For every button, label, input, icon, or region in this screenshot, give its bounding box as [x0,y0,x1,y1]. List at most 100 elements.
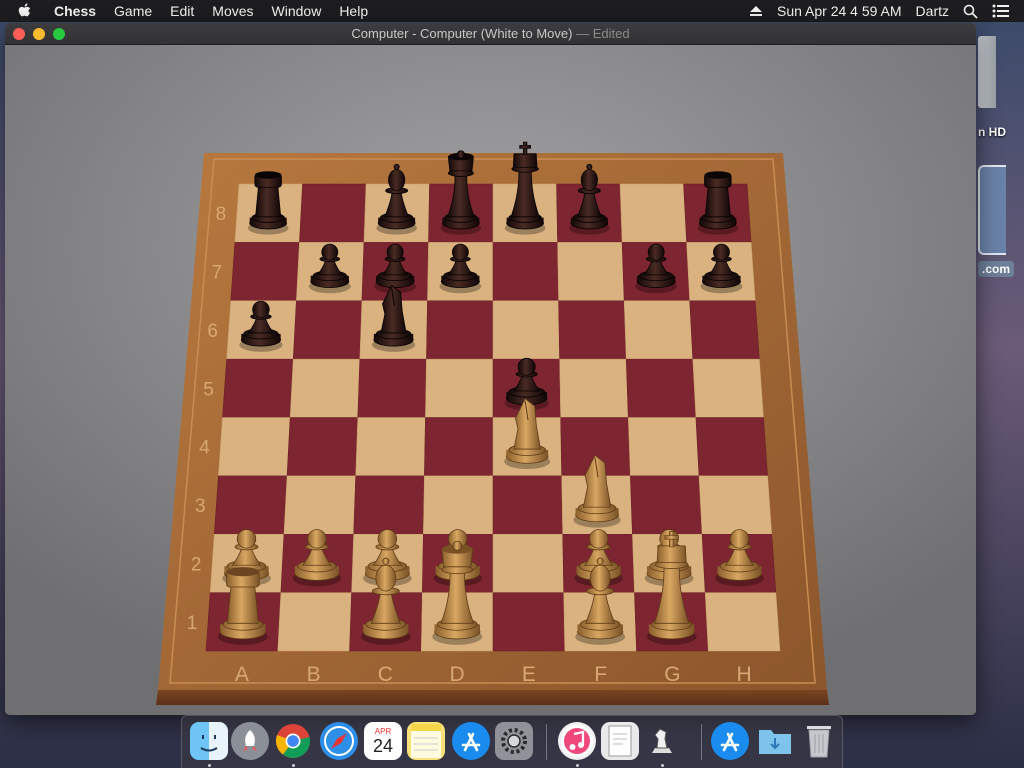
running-indicator [292,764,295,767]
square-d6[interactable] [426,300,494,360]
running-indicator [661,764,664,767]
square-f5[interactable] [559,358,629,418]
desktop-image-label[interactable]: .com [978,261,1015,277]
square-a7[interactable] [230,242,300,301]
square-g5[interactable] [625,358,697,418]
rank-label: 3 [195,496,206,517]
square-b1[interactable] [277,592,352,652]
spotlight-search-icon[interactable] [963,4,978,19]
running-indicator [576,764,579,767]
dock-separator [546,724,547,760]
square-g8[interactable] [619,183,687,243]
square-b4[interactable] [286,417,359,477]
square-b3[interactable] [283,475,356,535]
file-label: C [378,663,393,686]
square-d3[interactable] [423,475,494,535]
menu-help[interactable]: Help [339,3,368,19]
menu-window[interactable]: Window [272,3,322,19]
file-label: F [594,663,607,686]
square-h3[interactable] [698,475,773,535]
apple-icon[interactable] [18,3,40,19]
itunes-icon[interactable] [558,722,596,760]
square-c5[interactable] [357,358,427,418]
dock-separator [701,724,702,760]
square-e7[interactable] [492,242,559,301]
launchpad-icon[interactable] [231,722,269,760]
calendar-month: APR [374,726,392,736]
chess-window: Computer - Computer (White to Move) — Ed… [5,23,976,715]
menu-bar: Chess Game Edit Moves Window Help Sun Ap… [0,0,1024,22]
square-b6[interactable] [292,300,363,360]
square-a5[interactable] [222,358,294,418]
square-h5[interactable] [692,358,764,418]
downloads-folder-icon[interactable] [756,722,794,760]
file-label: A [235,663,249,686]
square-e6[interactable] [492,300,560,360]
square-e2[interactable] [492,534,564,593]
square-h1[interactable] [704,592,781,652]
file-label: E [522,663,536,686]
edited-indicator: — Edited [572,26,630,41]
rank-label: 8 [216,204,227,225]
square-e1[interactable] [492,592,566,652]
running-indicator [208,764,211,767]
square-b8[interactable] [299,183,367,243]
window-titlebar[interactable]: Computer - Computer (White to Move) — Ed… [5,23,976,45]
board-layer [5,45,976,715]
preview-icon[interactable] [601,722,639,760]
desktop-image-icon[interactable] [978,165,1006,255]
notification-center-icon[interactable] [992,4,1010,18]
menubar-user[interactable]: Dartz [916,3,949,19]
rank-label: 5 [203,379,214,400]
square-c3[interactable] [353,475,425,535]
square-f7[interactable] [557,242,625,301]
square-d5[interactable] [425,358,494,418]
calendar-icon[interactable]: APR 24 [364,722,402,760]
board-scene: A B C D E F G H 8 7 6 5 4 3 2 1 [5,45,976,715]
safari-icon[interactable] [320,722,358,760]
rank-label: 2 [191,554,202,575]
chrome-icon[interactable] [274,722,312,760]
hard-drive-label[interactable]: n HD [978,125,1006,139]
square-d4[interactable] [424,417,494,477]
app-store-downloads-icon[interactable] [711,722,749,760]
square-g3[interactable] [630,475,703,535]
calendar-day: 24 [372,735,394,756]
dock: APR 24 [181,715,843,768]
status-area: Sun Apr 24 4 59 AM Dartz [749,0,1024,22]
square-e3[interactable] [492,475,563,535]
chess-board[interactable]: A B C D E F G H 8 7 6 5 4 3 2 1 [5,45,976,715]
app-store-icon[interactable] [452,722,490,760]
square-a4[interactable] [218,417,291,477]
menu-edit[interactable]: Edit [170,3,194,19]
square-h6[interactable] [689,300,760,360]
trash-icon[interactable] [800,722,838,760]
window-title: Computer - Computer (White to Move) — Ed… [5,23,976,45]
square-a3[interactable] [213,475,288,535]
menu-moves[interactable]: Moves [212,3,253,19]
menu-app-chess[interactable]: Chess [54,3,96,19]
file-label: B [307,663,321,686]
finder-icon[interactable] [190,722,228,760]
square-g6[interactable] [623,300,694,360]
file-label: H [737,663,752,686]
rank-label: 6 [207,321,218,342]
square-g4[interactable] [627,417,700,477]
square-f6[interactable] [558,300,627,360]
rank-label: 1 [187,613,198,634]
square-b5[interactable] [289,358,361,418]
menu-game[interactable]: Game [114,3,152,19]
window-title-text: Computer - Computer (White to Move) [351,26,573,41]
square-h4[interactable] [695,417,768,477]
board-frame-edge [156,690,829,705]
rank-label: 7 [212,263,223,284]
eject-icon[interactable] [749,5,763,17]
file-label: D [450,663,465,686]
hard-drive-icon[interactable] [978,36,996,108]
notes-icon[interactable] [407,722,445,760]
file-label: G [664,663,680,686]
menubar-clock[interactable]: Sun Apr 24 4 59 AM [777,3,902,19]
square-c4[interactable] [355,417,426,477]
system-preferences-icon[interactable] [495,722,533,760]
chess-icon[interactable] [643,722,681,760]
